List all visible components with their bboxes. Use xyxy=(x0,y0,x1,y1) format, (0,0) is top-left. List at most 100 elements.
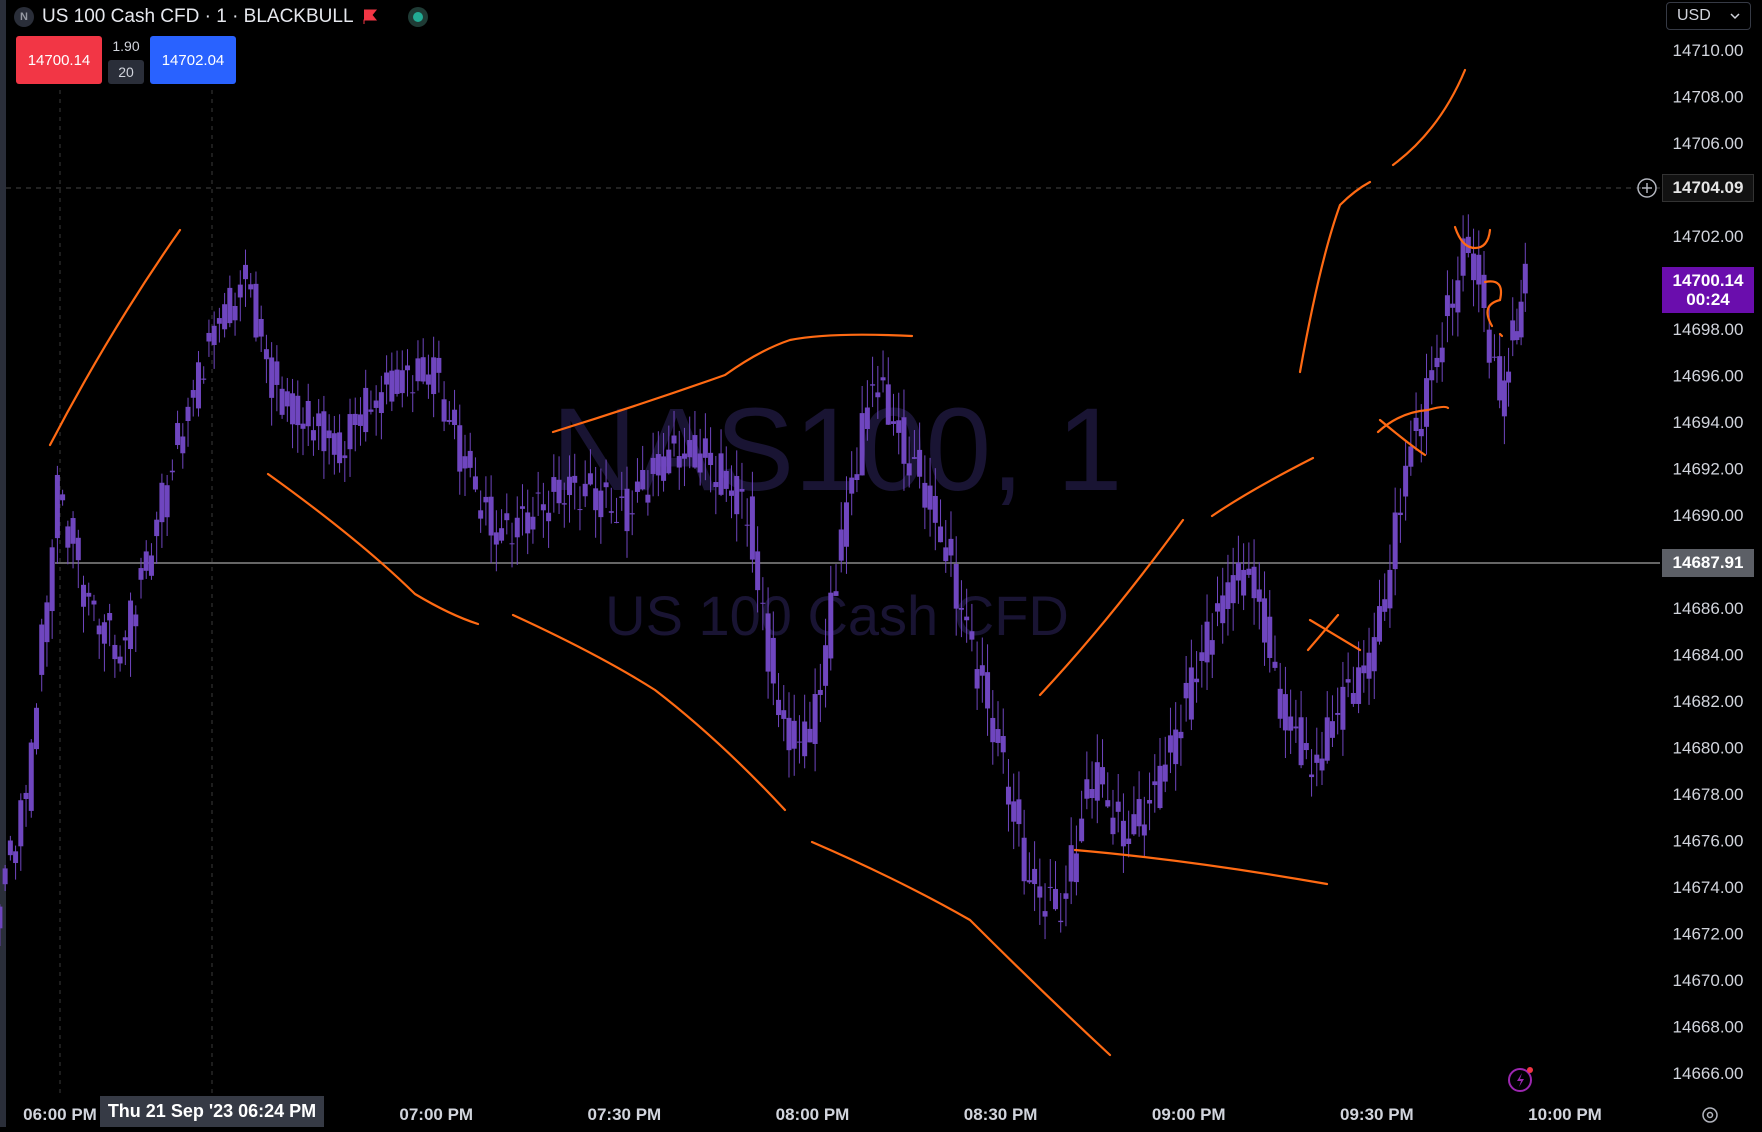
candle-body xyxy=(0,906,3,929)
candle-body xyxy=(917,449,923,477)
candle-body xyxy=(1361,665,1367,674)
drawing-stroke[interactable] xyxy=(1391,68,1467,167)
candle-body xyxy=(995,729,1001,743)
candle-body xyxy=(227,287,233,324)
candle-body xyxy=(405,365,411,371)
candle-body xyxy=(1047,886,1053,888)
candle-body xyxy=(300,423,306,429)
candle-body xyxy=(1131,814,1137,835)
drawing-stroke[interactable] xyxy=(1308,618,1362,652)
candle-body xyxy=(718,453,724,495)
settings-icon[interactable] xyxy=(1700,1105,1720,1125)
candle-body xyxy=(1481,274,1487,308)
candle-body xyxy=(1251,566,1257,599)
candle-body xyxy=(828,592,834,659)
candle-body xyxy=(1220,595,1226,624)
candle-body xyxy=(979,665,985,676)
candle-body xyxy=(23,792,29,799)
y-tick-label: 14710.00 xyxy=(1673,41,1744,60)
candle-body xyxy=(561,503,567,505)
candle-body xyxy=(692,435,698,468)
y-tick-label: 14698.00 xyxy=(1673,320,1744,339)
symbol-header[interactable]: N US 100 Cash CFD · 1 · BLACKBULL xyxy=(14,4,428,30)
candle-body xyxy=(248,284,254,290)
level-price-label: 14704.09 xyxy=(1662,174,1754,202)
candle-body xyxy=(206,332,212,342)
candle-body xyxy=(216,318,222,324)
drawing-stroke[interactable] xyxy=(1073,848,1329,886)
currency-value: USD xyxy=(1677,7,1711,24)
candle-body xyxy=(1476,254,1482,285)
flag-icon[interactable] xyxy=(362,9,378,25)
chart-area[interactable]: NAS100, 1 US 100 Cash CFD 14710.00 14708.… xyxy=(0,0,1762,1127)
candles xyxy=(0,214,1528,947)
price-chart[interactable]: NAS100, 1 US 100 Cash CFD 14710.0014708.… xyxy=(0,0,1762,1127)
buy-button[interactable]: 14702.04 xyxy=(150,36,236,84)
candle-body xyxy=(990,717,996,743)
candle-body xyxy=(1204,621,1210,663)
candle-body xyxy=(175,423,181,446)
lightning-icon[interactable] xyxy=(1506,1064,1536,1094)
candle-body xyxy=(938,526,944,543)
candle-body xyxy=(483,496,489,503)
candle-body xyxy=(352,413,358,425)
candle-body xyxy=(18,800,24,847)
candle-body xyxy=(755,551,761,591)
candle-body xyxy=(13,851,19,864)
candle-body xyxy=(1303,743,1309,751)
candle-body xyxy=(1455,280,1461,313)
candle-body xyxy=(1439,347,1445,363)
candle-body xyxy=(781,710,787,719)
quantity-input[interactable]: 20 xyxy=(108,60,144,84)
candle-body xyxy=(681,453,687,459)
candle-body xyxy=(640,469,646,490)
market-status-icon[interactable] xyxy=(407,7,428,27)
candle-body xyxy=(436,357,442,373)
candle-body xyxy=(1272,661,1278,668)
candle-body xyxy=(985,672,991,709)
candle-body xyxy=(713,482,719,488)
drawing-stroke[interactable] xyxy=(810,840,1112,1057)
candle-body xyxy=(702,438,708,458)
y-tick-label: 14696.00 xyxy=(1673,367,1744,386)
drawing-stroke[interactable] xyxy=(1210,456,1315,518)
candle-body xyxy=(823,645,829,686)
candle-body xyxy=(1413,417,1419,431)
candle-body xyxy=(1152,781,1158,786)
candle-body xyxy=(546,512,552,522)
candle-body xyxy=(1115,801,1121,812)
candle-body xyxy=(410,392,416,394)
drawing-stroke[interactable] xyxy=(48,228,182,447)
symbol-title[interactable]: US 100 Cash CFD · 1 · BLACKBULL xyxy=(42,6,354,28)
candle-body xyxy=(1089,789,1095,799)
y-tick-label: 14694.00 xyxy=(1673,413,1744,432)
candle-body xyxy=(1350,693,1356,704)
candle-body xyxy=(394,369,400,394)
candle-body xyxy=(337,432,343,464)
drawing-stroke[interactable] xyxy=(1453,225,1492,250)
candle-body xyxy=(760,602,766,604)
candle-body xyxy=(457,425,463,472)
spread-value: 1.90 xyxy=(112,38,140,54)
candle-body xyxy=(1450,303,1456,308)
candle-body xyxy=(509,543,515,545)
candle-body xyxy=(619,496,625,498)
candle-body xyxy=(1497,356,1503,401)
candle-body xyxy=(363,387,369,433)
candle-body xyxy=(253,283,259,338)
drawing-stroke[interactable] xyxy=(266,472,480,626)
drawing-stroke[interactable] xyxy=(1498,332,1504,338)
candle-body xyxy=(195,362,201,409)
candle-body xyxy=(567,476,573,496)
sell-button[interactable]: 14700.14 xyxy=(16,36,102,84)
candle-body xyxy=(1094,762,1100,801)
drawing-stroke[interactable] xyxy=(1483,280,1503,328)
candle-body xyxy=(645,494,651,503)
drawing-stroke[interactable] xyxy=(1298,180,1372,374)
currency-select[interactable]: USD xyxy=(1666,2,1751,30)
candle-body xyxy=(263,349,269,360)
add-alert-icon[interactable] xyxy=(1635,176,1659,200)
candle-body xyxy=(472,476,478,490)
candle-body xyxy=(60,494,66,501)
candle-body xyxy=(75,537,81,561)
